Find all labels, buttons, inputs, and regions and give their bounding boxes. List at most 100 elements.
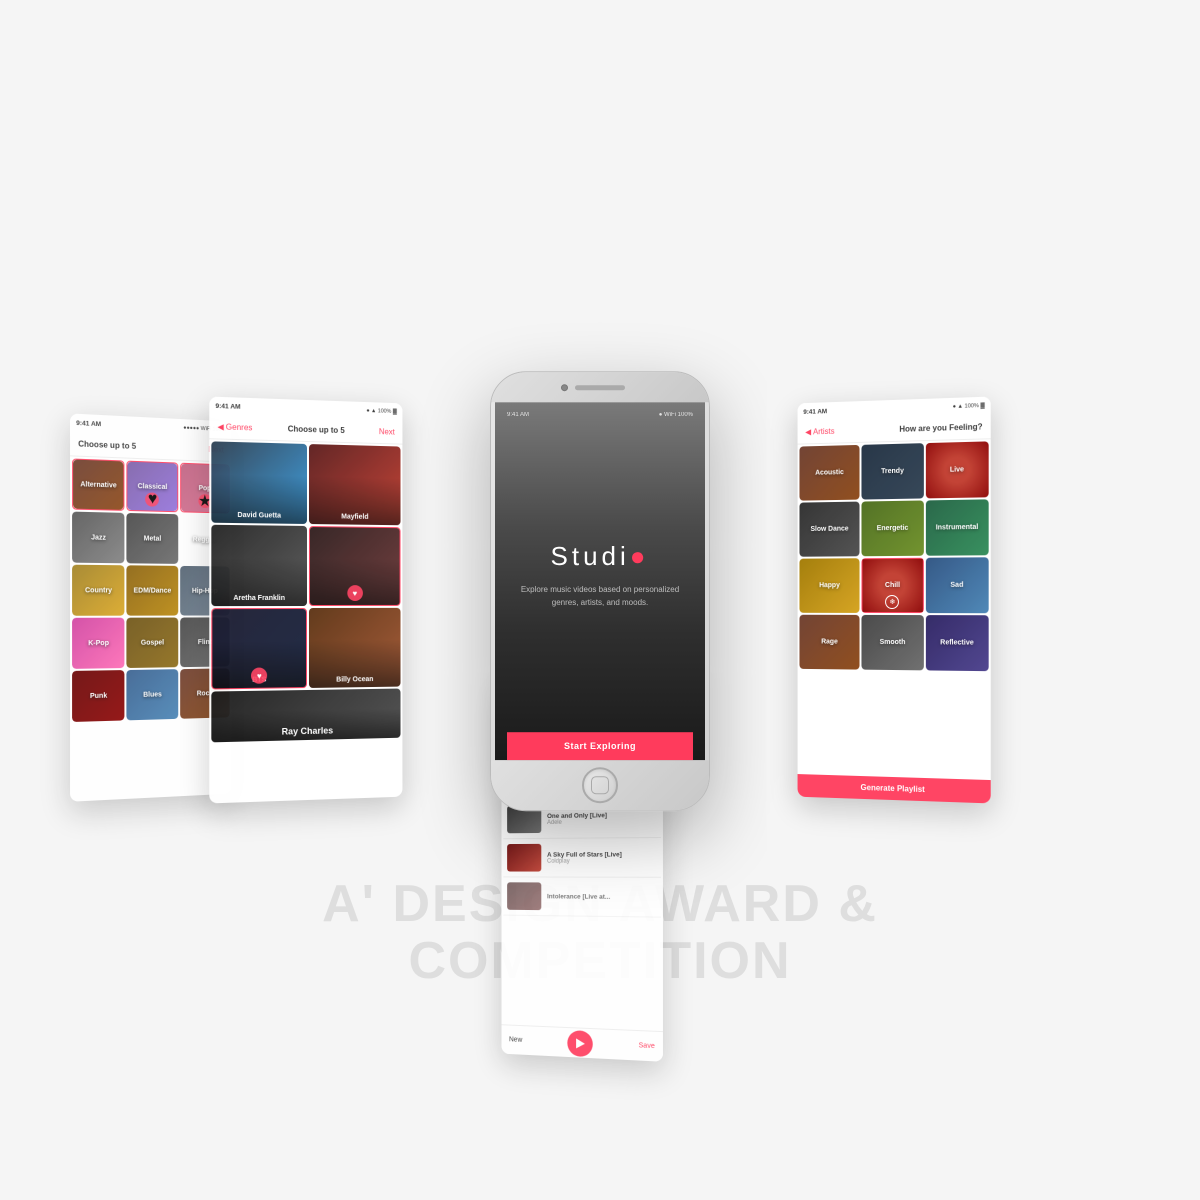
mood-label: Slow Dance: [811, 526, 849, 533]
phone-bottom-bar: [491, 760, 709, 810]
genre-label: Classical: [138, 483, 168, 491]
artist-selected-heart: ♥: [347, 585, 363, 601]
artists-time: 9:41 AM: [215, 402, 240, 410]
phone-top-bar: [491, 372, 709, 402]
mood-cell-live[interactable]: Live: [926, 441, 989, 498]
play-icon: [576, 1038, 585, 1048]
genre-cell-punk[interactable]: Punk: [72, 670, 125, 722]
mood-label: Rage: [821, 639, 838, 646]
genre-cell-metal[interactable]: Metal: [127, 513, 178, 564]
playlist-artist-name: Coldplay: [547, 858, 657, 864]
mood-label: Trendy: [881, 468, 904, 476]
playlist-footer: New Save: [501, 1024, 662, 1062]
start-exploring-button[interactable]: Start Exploring: [507, 732, 693, 760]
playlist-info: Intolerance [Live at...: [547, 893, 657, 901]
genre-label: Blues: [143, 691, 162, 698]
mood-label: Chill: [885, 582, 900, 589]
genre-label: Metal: [144, 535, 162, 542]
moods-panel: 9:41 AM ● ▲ 100% ▓ ◀ Artists How are you…: [798, 397, 991, 804]
mood-cell-energetic[interactable]: Energetic: [862, 500, 924, 556]
mood-label: Smooth: [880, 639, 906, 646]
artist-name: Ray Charles: [282, 725, 334, 736]
mood-cell-slow-dance[interactable]: Slow Dance: [799, 502, 859, 557]
home-button-inner: [591, 776, 609, 794]
moods-time: 9:41 AM: [803, 408, 827, 416]
mood-cell-happy[interactable]: Happy: [799, 558, 859, 613]
phone-mockup: 9:41 AM ● WiFi 100% Studi● Explore music…: [490, 371, 710, 811]
mood-label: Acoustic: [815, 469, 844, 477]
mood-cell-chill[interactable]: Chill ❄: [862, 558, 924, 613]
genre-label: Country: [85, 587, 112, 594]
genre-cell-edm[interactable]: EDM/Dance: [127, 565, 178, 615]
mood-label: Instrumental: [936, 524, 979, 532]
genre-cell-jazz[interactable]: Jazz: [72, 512, 125, 564]
moods-title: How are you Feeling?: [899, 422, 982, 434]
genres-title: Choose up to 5: [78, 439, 136, 451]
home-button[interactable]: [582, 767, 618, 803]
phone-camera: [561, 384, 568, 391]
phone-shell: 9:41 AM ● WiFi 100% Studi● Explore music…: [490, 371, 710, 811]
playlist-info: A Sky Full of Stars [Live] Coldplay: [547, 851, 657, 864]
artist-cell-billy-ocean[interactable]: Billy Ocean: [308, 608, 400, 688]
playlist-item[interactable]: A Sky Full of Stars [Live] Coldplay: [503, 838, 661, 878]
genre-label: Jazz: [91, 534, 106, 541]
playlist-thumb: [507, 882, 541, 910]
moods-back[interactable]: ◀ Artists: [805, 427, 834, 437]
genre-cell-classical[interactable]: Classical ♥: [127, 461, 178, 513]
mood-label: Energetic: [877, 525, 909, 532]
playlist-new-button[interactable]: New: [509, 1036, 522, 1043]
phone-screen: 9:41 AM ● WiFi 100% Studi● Explore music…: [495, 402, 705, 760]
generate-playlist-button[interactable]: Generate Playlist: [798, 774, 991, 803]
mood-label: Reflective: [940, 639, 974, 646]
genre-label: Punk: [90, 692, 107, 699]
artist-name: Aretha Franklin: [233, 595, 285, 602]
playlist-thumb: [507, 844, 541, 872]
genre-label: EDM/Dance: [134, 587, 172, 594]
moods-icons: ● ▲ 100% ▓: [953, 403, 985, 410]
chill-selected-icon: ❄: [886, 595, 900, 609]
artist-cell-david-guetta[interactable]: David Guetta: [211, 441, 306, 524]
artists-back[interactable]: ◀ Genres: [217, 422, 252, 432]
genre-label: Alternative: [80, 481, 116, 489]
mood-label: Happy: [819, 582, 840, 589]
playlist-save-button[interactable]: Save: [638, 1042, 654, 1050]
artists-icons: ● ▲ 100% ▓: [366, 408, 396, 415]
artist-cell-ray-charles[interactable]: Ray Charles: [211, 689, 400, 743]
playlist-play-button[interactable]: [566, 1030, 591, 1057]
playlist-info: One and Only [Live] Adele: [547, 811, 657, 826]
artists-title: Choose up to 5: [288, 424, 345, 435]
app-description: Explore music videos based on personaliz…: [507, 584, 693, 610]
mood-cell-smooth[interactable]: Smooth: [862, 615, 924, 670]
artists-next[interactable]: Next: [379, 427, 395, 436]
mood-label: Sad: [950, 582, 963, 589]
artists-panel: 9:41 AM ● ▲ 100% ▓ ◀ Genres Choose up to…: [209, 397, 402, 804]
mood-cell-rage[interactable]: Rage: [799, 615, 859, 670]
mood-cell-sad[interactable]: Sad: [926, 557, 989, 613]
genre-cell-country[interactable]: Country: [72, 565, 125, 616]
playlist-song-title: Intolerance [Live at...: [547, 893, 657, 901]
genre-cell-alternative[interactable]: Alternative: [72, 458, 125, 510]
genre-cell-blues[interactable]: Blues: [127, 669, 178, 720]
genre-cell-kpop[interactable]: K-Pop: [72, 618, 125, 669]
mood-cell-trendy[interactable]: Trendy: [862, 443, 924, 499]
artist-name: Mayfield: [341, 514, 368, 521]
phone-status-bar: 9:41 AM ● WiFi 100%: [507, 412, 693, 418]
mood-cell-acoustic[interactable]: Acoustic: [799, 445, 859, 501]
mood-cell-instrumental[interactable]: Instrumental: [926, 499, 989, 555]
artist-cell-aretha[interactable]: Aretha Franklin: [211, 525, 306, 606]
artist-cell-ariana[interactable]: ♥: [308, 526, 400, 606]
genre-cell-gospel[interactable]: Gospel: [127, 618, 178, 668]
moods-grid: Acoustic Trendy Live Slow Dance Energeti…: [798, 439, 991, 673]
artist-cell-mayfield[interactable]: Mayfield: [308, 444, 400, 525]
artist-cell-bts[interactable]: BTS ♥: [211, 608, 306, 689]
phone-signal: ● WiFi 100%: [659, 412, 693, 418]
artists-grid: David Guetta Mayfield Aretha Franklin ♥: [209, 439, 402, 744]
genres-grid: Alternative Classical ♥ Pop ★ Jazz Metal: [70, 456, 231, 724]
app-logo: Studi●: [551, 541, 650, 572]
artist-name: Billy Ocean: [336, 676, 373, 683]
genre-selected-icon: ♥: [146, 492, 160, 506]
playlist-item[interactable]: Intolerance [Live at...: [503, 877, 661, 917]
mood-cell-reflective[interactable]: Reflective: [926, 615, 989, 671]
app-logo-dot: ●: [630, 541, 650, 571]
genre-label: K-Pop: [88, 639, 109, 646]
